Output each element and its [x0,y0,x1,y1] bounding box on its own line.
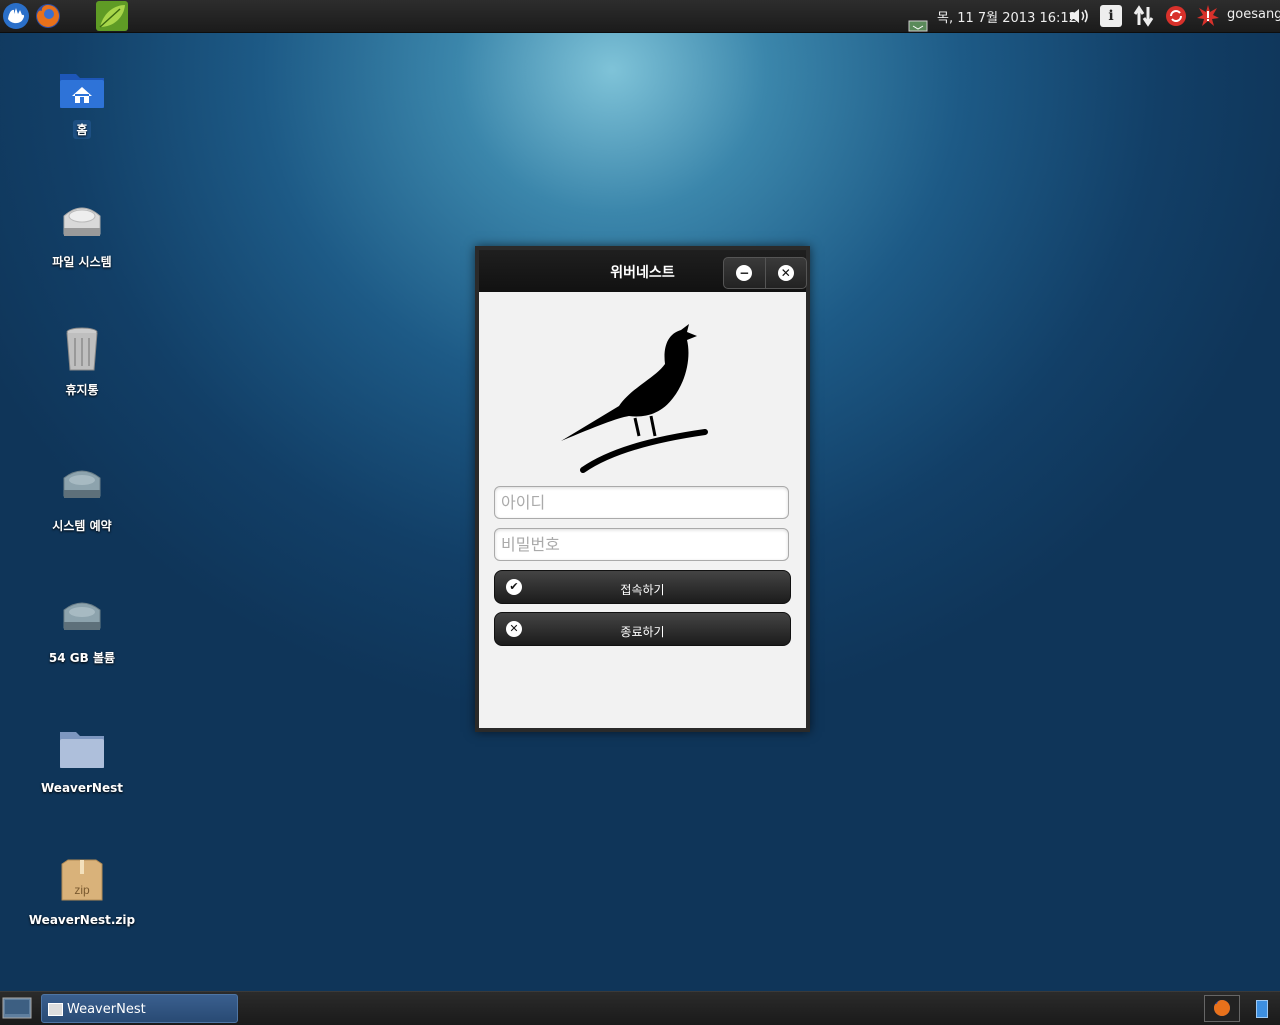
desktop-icon-label: 54 GB 볼륨 [48,651,116,665]
svg-text:zip: zip [74,883,90,897]
desktop-icon-label: WeaverNest.zip [28,913,136,927]
minimize-button[interactable]: − [724,258,765,288]
connect-button[interactable]: ✔ 접속하기 [494,570,791,604]
minus-icon: − [736,265,753,281]
info-icon[interactable]: i [1100,5,1122,27]
alert-icon[interactable] [1196,4,1220,32]
dialog-titlebar[interactable]: 위버네스트 − ✕ [479,250,807,292]
folder-icon [58,726,106,774]
desktop-icon-label: 홈 [73,120,91,139]
id-input[interactable] [494,486,789,519]
desktop-icon-label: 휴지통 [65,383,99,397]
filesystem-drive-icon [58,198,106,246]
exit-button-label: 종료하기 [620,625,665,639]
close-button[interactable]: ✕ [764,258,807,288]
workspace-switcher[interactable] [1256,1000,1268,1018]
home-folder-icon [58,66,106,114]
network-icon[interactable] [908,18,928,32]
volume-icon[interactable] [1068,6,1092,30]
dialog-body: ✔ 접속하기 ✕ 종료하기 [479,292,806,728]
desktop-icon-volume[interactable]: 54 GB 볼륨 [22,594,142,667]
window-controls: − ✕ [723,257,807,289]
desktop-icon-filesystem[interactable]: 파일 시스템 [22,198,142,271]
top-panel: 목, 11 7월 2013 16:12 i goesang [0,0,1280,33]
desktop-icon-weavernest-zip[interactable]: zip WeaverNest.zip [22,858,142,928]
xfce-menu-icon[interactable] [1,1,31,31]
desktop-icon-label: WeaverNest [41,781,123,795]
close-icon: ✕ [777,265,794,281]
desktop-icon-weavernest-folder[interactable]: WeaverNest [22,726,142,796]
user-name[interactable]: goesang [1227,7,1280,22]
bird-logo-icon [559,320,729,476]
zip-archive-icon: zip [58,858,106,906]
drive-icon [58,594,106,642]
connect-button-label: 접속하기 [620,583,665,597]
window-icon [48,1003,63,1016]
exit-button[interactable]: ✕ 종료하기 [494,612,791,646]
password-input[interactable] [494,528,789,561]
firefox-icon[interactable] [33,1,63,31]
drive-icon [58,462,106,510]
show-desktop-icon[interactable] [2,997,32,1023]
desktop-icon-trash[interactable]: 휴지통 [22,326,142,399]
desktop-icon-system-reserved[interactable]: 시스템 예약 [22,462,142,535]
desktop-icon-label: 파일 시스템 [52,255,112,269]
transfer-icon[interactable] [1133,5,1155,31]
update-icon[interactable] [1165,5,1187,31]
firefox-tray-icon[interactable] [1204,995,1240,1022]
leaf-app-icon[interactable] [96,1,128,31]
desktop-icon-home[interactable]: 홈 [22,66,142,139]
desktop-icon-label: 시스템 예약 [52,519,112,533]
taskbar-window-label: WeaverNest [67,1002,146,1017]
taskbar-window-weavernest[interactable]: WeaverNest [41,994,238,1023]
login-dialog: 위버네스트 − ✕ ✔ 접속하기 ✕ 종료하기 [475,246,810,732]
clock[interactable]: 목, 11 7월 2013 16:12 [937,7,1077,26]
trash-icon [58,326,106,374]
bottom-panel: WeaverNest [0,991,1280,1025]
